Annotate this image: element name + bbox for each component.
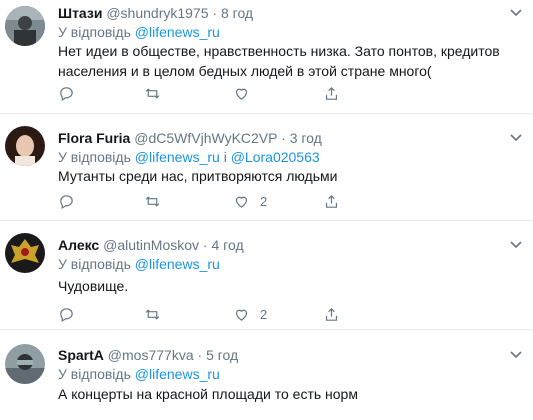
like-button[interactable] (233, 84, 260, 102)
tweet-text: Нет идеи в обществе, нравственность низк… (58, 43, 500, 79)
tweet-header: Штази @shundryk1975 · 8 год (58, 4, 253, 22)
tweet-text: Чудовище. (58, 278, 129, 294)
separator-dot: · (281, 130, 286, 146)
reply-button[interactable] (58, 305, 75, 323)
tweet-3[interactable]: Алекс @alutinMoskov · 4 год У відповідь … (0, 221, 533, 330)
reply-button[interactable] (58, 84, 75, 102)
retweet-icon (145, 87, 160, 99)
tweet-actions: 2 (58, 305, 358, 323)
separator-dot: · (197, 347, 203, 363)
chevron-down-icon[interactable] (509, 348, 523, 362)
reply-mention-link[interactable]: @lifenews_ru (135, 256, 220, 272)
reply-prefix: У відповідь (58, 256, 131, 272)
chevron-down-icon[interactable] (509, 6, 523, 20)
separator-dot: · (212, 5, 218, 21)
tweet-actions (58, 84, 358, 102)
tweet-4[interactable]: SpartA @mos777kva · 5 год У відповідь @l… (0, 330, 533, 420)
tweet-1[interactable]: Штази @shundryk1975 · 8 год У відповідь … (0, 0, 533, 114)
reply-mention-link[interactable]: @Lora020563 (231, 149, 320, 165)
share-icon (325, 307, 338, 321)
tweet-header: Алекс @alutinMoskov · 4 год (58, 236, 244, 254)
heart-icon (235, 309, 248, 321)
share-icon (325, 86, 338, 100)
share-button[interactable] (323, 305, 340, 323)
like-count: 2 (260, 193, 268, 209)
share-icon (325, 194, 338, 208)
timestamp[interactable]: 5 год (206, 347, 238, 363)
reply-prefix: У відповідь (58, 366, 131, 382)
retweet-icon (145, 308, 160, 320)
timestamp[interactable]: 8 год (221, 5, 253, 21)
reply-context: У відповідь @lifenews_ru і @Lora020563 (58, 148, 320, 166)
retweet-button[interactable] (144, 84, 161, 102)
tweet-text: А концерты на красной площади то есть но… (58, 386, 358, 402)
reply-prefix: У відповідь (58, 149, 131, 165)
reply-mention-link[interactable]: @lifenews_ru (135, 24, 220, 40)
author-handle[interactable]: @dC5WfVjhWyKC2VP (134, 130, 277, 146)
reply-button[interactable] (58, 192, 75, 210)
avatar-image (5, 344, 45, 384)
reply-and-word: і (223, 149, 227, 165)
timestamp[interactable]: 3 год (290, 130, 322, 146)
avatar-image (5, 126, 45, 166)
reply-prefix: У відповідь (58, 24, 131, 40)
tweet-2[interactable]: Flora Furia @dC5WfVjhWyKC2VP · 3 год У в… (0, 114, 533, 221)
avatar-image (5, 6, 45, 46)
author-name[interactable]: Алекс (58, 237, 99, 253)
author-handle[interactable]: @mos777kva (108, 347, 194, 363)
separator-dot: · (202, 237, 208, 253)
reply-icon (60, 307, 73, 322)
reply-context: У відповідь @lifenews_ru (58, 365, 220, 383)
avatar-image (5, 233, 45, 273)
avatar[interactable] (5, 126, 45, 166)
avatar[interactable] (5, 233, 45, 273)
share-button[interactable] (323, 84, 340, 102)
author-name[interactable]: SpartA (58, 347, 104, 363)
like-count: 2 (260, 306, 268, 322)
author-handle[interactable]: @alutinMoskov (103, 237, 199, 253)
reply-context: У відповідь @lifenews_ru (58, 23, 220, 41)
timestamp[interactable]: 4 год (211, 237, 243, 253)
reply-icon (60, 194, 73, 209)
avatar[interactable] (5, 6, 45, 46)
retweet-button[interactable] (144, 192, 161, 210)
reply-context: У відповідь @lifenews_ru (58, 255, 220, 273)
chevron-down-icon[interactable] (509, 238, 523, 252)
heart-icon (235, 196, 248, 208)
retweet-button[interactable] (144, 305, 161, 323)
avatar[interactable] (5, 344, 45, 384)
reply-mention-link[interactable]: @lifenews_ru (135, 366, 220, 382)
reply-mention-link[interactable]: @lifenews_ru (135, 149, 220, 165)
author-name[interactable]: Flora Furia (58, 130, 130, 146)
tweet-text: Мутанты среди нас, притворяются людьми (58, 168, 338, 184)
tweet-actions: 2 (58, 192, 358, 210)
reply-icon (60, 86, 73, 101)
chevron-down-icon[interactable] (509, 131, 523, 145)
retweet-icon (145, 195, 160, 207)
tweet-header: Flora Furia @dC5WfVjhWyKC2VP · 3 год (58, 129, 322, 147)
tweet-header: SpartA @mos777kva · 5 год (58, 346, 238, 364)
author-name[interactable]: Штази (58, 5, 102, 21)
author-handle[interactable]: @shundryk1975 (106, 5, 208, 21)
like-button[interactable]: 2 (233, 305, 267, 323)
share-button[interactable] (323, 192, 340, 210)
like-button[interactable]: 2 (233, 192, 267, 210)
heart-icon (235, 88, 248, 100)
